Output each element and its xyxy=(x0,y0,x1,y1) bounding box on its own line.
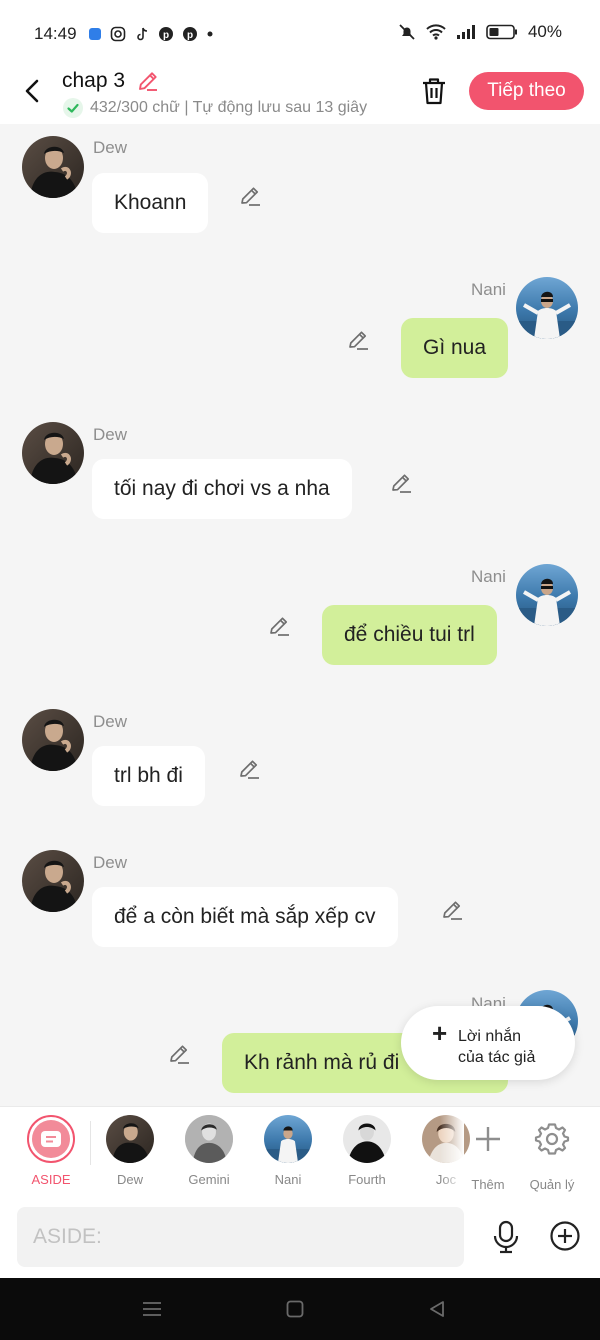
avatar xyxy=(343,1115,391,1163)
word-count: 432/300 chữ xyxy=(90,99,180,116)
system-nav-bar xyxy=(0,1278,600,1340)
saved-check-icon xyxy=(63,98,83,118)
microphone-icon[interactable] xyxy=(491,1220,521,1254)
next-button[interactable]: Tiếp theo xyxy=(469,72,584,110)
compose-area xyxy=(0,1196,600,1278)
avatar xyxy=(106,1115,154,1163)
more-dot-icon xyxy=(207,31,213,37)
tiktok-icon xyxy=(137,27,148,41)
recent-apps-icon[interactable] xyxy=(142,1300,162,1318)
add-character-button[interactable]: Thêm xyxy=(458,1115,518,1195)
plus-icon: + xyxy=(432,1018,448,1048)
message-bubble[interactable]: để a còn biết mà sắp xếp cv xyxy=(92,887,398,947)
character-label: Nani xyxy=(274,1172,302,1187)
status-bar: 14:49 p p 40% xyxy=(0,0,600,66)
trash-icon[interactable] xyxy=(420,76,448,106)
mute-icon xyxy=(399,24,415,40)
autosave-status: Tự động lưu sau 13 giây xyxy=(192,99,368,116)
gear-icon xyxy=(534,1123,570,1155)
aside-avatar xyxy=(27,1115,75,1163)
character-label: Fourth xyxy=(348,1172,386,1187)
character-aside[interactable]: ASIDE xyxy=(21,1115,81,1195)
avatar-dew[interactable] xyxy=(22,850,84,912)
character-fourth[interactable]: Fourth xyxy=(337,1115,397,1195)
manage-label: Quản lý xyxy=(529,1177,575,1192)
status-time: 14:49 xyxy=(34,24,77,43)
aside-note-icon xyxy=(41,1131,61,1147)
avatar-dew[interactable] xyxy=(22,422,84,484)
app-notification-icon xyxy=(89,28,101,40)
status-app-icons: p p xyxy=(88,26,214,42)
back-arrow-icon[interactable] xyxy=(18,76,48,106)
svg-text:p: p xyxy=(163,30,169,41)
avatar-nani[interactable] xyxy=(516,277,578,339)
pinterest-icon: p xyxy=(159,27,173,41)
subline-separator: | xyxy=(184,99,189,116)
divider xyxy=(90,1121,91,1165)
wifi-icon xyxy=(426,24,446,40)
add-label: Thêm xyxy=(471,1177,505,1192)
sender-name: Nani xyxy=(471,567,506,586)
add-circle-icon[interactable] xyxy=(549,1220,581,1252)
edit-message-pencil-icon[interactable] xyxy=(238,184,262,208)
avatar xyxy=(185,1115,233,1163)
sender-name: Dew xyxy=(93,853,128,872)
svg-text:p: p xyxy=(187,30,193,41)
battery-percentage: 40% xyxy=(527,22,562,41)
edit-message-pencil-icon[interactable] xyxy=(167,1042,191,1066)
instagram-icon xyxy=(110,26,126,42)
character-label: Gemini xyxy=(188,1172,230,1187)
word-count-autosave: 432/300 chữ | Tự động lưu sau 13 giây xyxy=(90,99,367,117)
plus-icon xyxy=(476,1127,500,1151)
pinterest-icon: p xyxy=(183,27,197,41)
editor-header: chap 3 432/300 chữ | Tự động lưu sau 13 … xyxy=(0,66,600,124)
character-dew[interactable]: Dew xyxy=(100,1115,160,1195)
message-bubble[interactable]: tối nay đi chơi vs a nha xyxy=(92,459,352,519)
character-label: Dew xyxy=(116,1172,143,1187)
sender-name: Dew xyxy=(93,138,128,157)
edit-message-pencil-icon[interactable] xyxy=(389,471,413,495)
edit-message-pencil-icon[interactable] xyxy=(440,898,464,922)
back-triangle-icon[interactable] xyxy=(428,1300,446,1318)
avatar-dew[interactable] xyxy=(22,136,84,198)
author-note-line1: Lời nhắn xyxy=(458,1028,521,1045)
status-right: 40% xyxy=(398,22,562,42)
edit-message-pencil-icon[interactable] xyxy=(346,328,370,352)
sender-name: Dew xyxy=(93,712,128,731)
message-bubble[interactable]: Gì nua xyxy=(401,318,509,378)
message-input[interactable] xyxy=(17,1207,464,1267)
avatar-dew[interactable] xyxy=(22,709,84,771)
edit-title-pencil-icon[interactable] xyxy=(136,69,160,93)
sender-name: Nani xyxy=(471,280,506,299)
signal-icon xyxy=(456,25,475,39)
character-gemini[interactable]: Gemini xyxy=(179,1115,239,1195)
message-bubble[interactable]: để chiều tui trl xyxy=(322,605,497,665)
author-note-button[interactable]: + Lời nhắn của tác giả xyxy=(401,1006,575,1080)
author-note-label: Lời nhắn của tác giả xyxy=(458,1026,568,1068)
chat-area[interactable]: Dew Khoann Nani Gì nua Dew tối nay đi ch… xyxy=(0,124,600,1106)
character-label: ASIDE xyxy=(31,1172,71,1187)
message-bubble[interactable]: trl bh đi xyxy=(92,746,205,806)
author-note-line2: của tác giả xyxy=(458,1049,536,1066)
chapter-title: chap 3 xyxy=(62,69,126,92)
edit-message-pencil-icon[interactable] xyxy=(237,757,261,781)
avatar-nani[interactable] xyxy=(516,564,578,626)
home-icon[interactable] xyxy=(286,1300,304,1318)
character-nani[interactable]: Nani xyxy=(258,1115,318,1195)
battery-icon xyxy=(486,24,517,40)
manage-button[interactable]: Quản lý xyxy=(522,1115,582,1195)
character-bar: ASIDE Dew Gemini Nani Fourth Joc Thêm xyxy=(0,1106,600,1197)
edit-message-pencil-icon[interactable] xyxy=(267,614,291,638)
message-bubble[interactable]: Khoann xyxy=(92,173,209,233)
sender-name: Dew xyxy=(93,425,128,444)
avatar xyxy=(264,1115,312,1163)
